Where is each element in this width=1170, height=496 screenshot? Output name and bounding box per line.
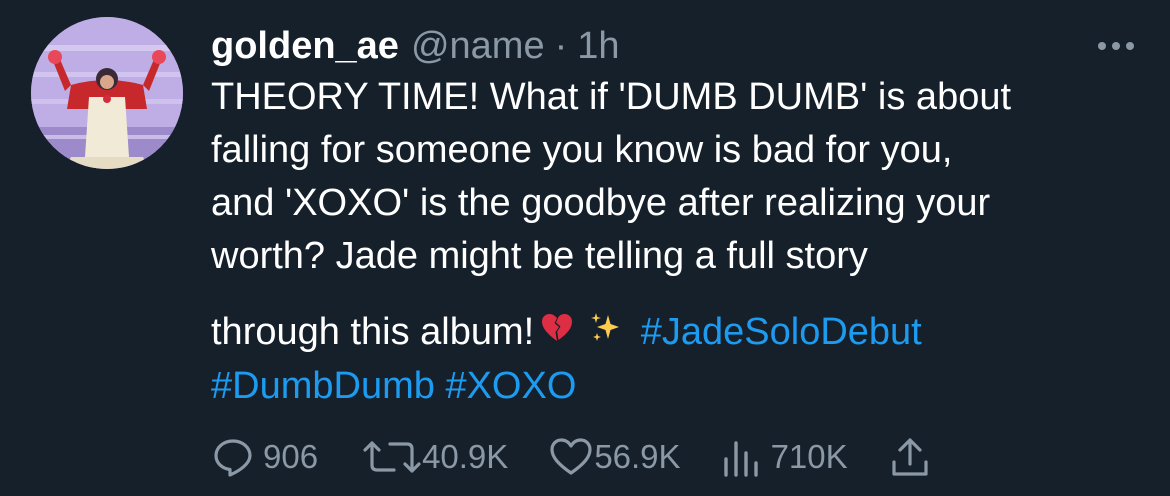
tweet-body: golden_ae @name · 1h THEORY TIME! What i… [211,20,1141,413]
avatar[interactable] [31,17,183,169]
tweet-text-line: worth? Jade might be telling a full stor… [211,235,868,277]
separator: · [554,24,568,67]
tweet-text-line: through this album! #JadeSoloDebut [211,306,1141,360]
retweet-icon [363,441,421,473]
tweet-text-line: THEORY TIME! What if 'DUMB DUMB' is abou… [211,76,1012,118]
handle[interactable]: @name [411,25,545,68]
retweet-button[interactable]: 40.9K [362,435,508,479]
tweet-header: golden_ae @name · 1h [211,20,1141,72]
more-icon [1098,42,1134,50]
views-button[interactable]: 710K [719,435,848,479]
display-name[interactable]: golden_ae [211,25,399,68]
avatar-image [31,17,183,169]
timestamp[interactable]: 1h [577,25,619,68]
tweet-text-line: falling for someone you know is bad for … [211,129,953,171]
reply-button[interactable]: 906 [211,435,318,479]
tweet-text-line5: through this album! [211,311,535,353]
tweet-text-line: and 'XOXO' is the goodbye after realizin… [211,182,991,224]
more-options-button[interactable] [1091,28,1141,64]
hashtag-link[interactable]: #XOXO [445,365,576,407]
like-button[interactable]: 56.9K [548,435,681,479]
tweet-text: THEORY TIME! What if 'DUMB DUMB' is abou… [211,71,1141,413]
views-icon [723,441,758,477]
hashtag-link[interactable]: #JadeSoloDebut [641,311,922,353]
broken-heart-emoji [540,307,574,360]
like-icon [550,438,592,475]
share-button[interactable] [888,435,932,479]
share-icon [892,438,928,476]
reply-icon [214,439,252,477]
tweet-actions: 906 40.9K 56.9K 710K [211,432,932,482]
retweet-count: 40.9K [422,438,509,475]
views-count: 710K [770,438,848,475]
hashtag-link[interactable]: #DumbDumb [211,365,435,407]
tweet-text-line: #DumbDumb #XOXO [211,360,1141,413]
sparkles-emoji [588,307,622,360]
reply-count: 906 [263,438,319,475]
like-count: 56.9K [594,438,681,475]
